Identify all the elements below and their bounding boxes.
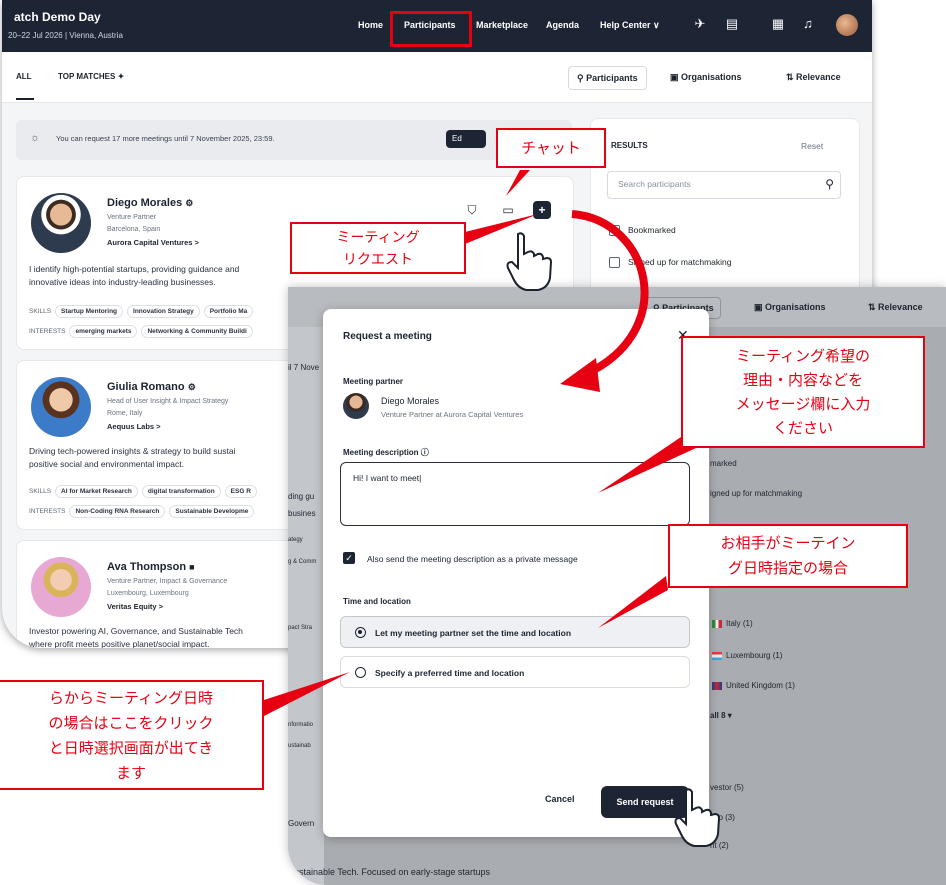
chat-callout-pointer bbox=[506, 170, 530, 196]
callout-line: お相手がミーテイン bbox=[720, 534, 856, 552]
callout-line: と日時選択画面が出てき bbox=[48, 739, 214, 757]
callout-line: ミーティング希望の bbox=[735, 347, 871, 365]
callout-line: リクエスト bbox=[343, 252, 413, 268]
callout-line: 理由・内容などを bbox=[742, 371, 863, 389]
hand-cursor-icon bbox=[674, 788, 721, 847]
partner-time-callout: お相手がミーテイン グ日時指定の場合 bbox=[668, 524, 908, 588]
curved-arrow bbox=[571, 210, 649, 378]
request-callout-pointer bbox=[465, 214, 538, 244]
meeting-request-callout: ミーティング リクエスト bbox=[290, 222, 466, 274]
callout-line: ください bbox=[772, 419, 833, 437]
callout-line: ます bbox=[115, 764, 146, 782]
hand-cursor-icon bbox=[506, 232, 553, 291]
callout-line: らからミーティング日時 bbox=[48, 689, 214, 707]
message-hint-callout: ミーティング希望の 理由・内容などを メッセージ欄に入力 ください bbox=[681, 336, 925, 448]
self-time-callout: らからミーティング日時 の場合はここをクリック と日時選択画面が出てき ます bbox=[0, 680, 264, 790]
curved-arrow-head bbox=[560, 358, 600, 392]
self-time-callout-pointer bbox=[264, 672, 350, 716]
callout-line: メッセージ欄に入力 bbox=[735, 395, 871, 413]
callout-line: ミーティング bbox=[336, 230, 420, 246]
chat-callout: チャット bbox=[496, 128, 606, 168]
callout-line: の場合はここをクリック bbox=[48, 714, 214, 732]
callout-line: グ日時指定の場合 bbox=[727, 559, 848, 577]
partner-time-callout-pointer bbox=[598, 576, 668, 628]
